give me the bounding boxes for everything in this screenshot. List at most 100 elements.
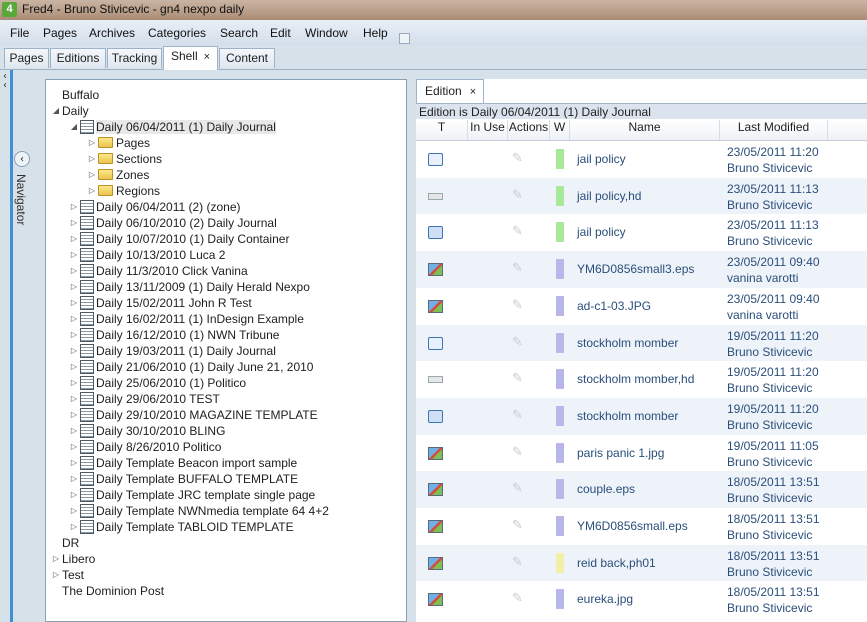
tree-node[interactable]: ▷ Daily 21/06/2010 (1) Daily June 21, 201…: [68, 359, 313, 375]
action-edit-icon[interactable]: ✎: [512, 298, 528, 313]
tab-shell[interactable]: Shell ×: [163, 46, 218, 70]
tree-node[interactable]: ▷ Daily 15/02/2011 John R Test: [68, 295, 252, 311]
action-edit-icon[interactable]: ✎: [512, 592, 528, 606]
collapsed-arrow-icon[interactable]: ▷: [68, 343, 80, 359]
action-edit-icon[interactable]: ✎: [512, 445, 528, 460]
collapsed-arrow-icon[interactable]: ▷: [86, 183, 98, 199]
tab-content[interactable]: Content: [219, 48, 275, 68]
table-row[interactable]: ✎ jail policy,hd 23/05/2011 11:13 Bruno Sti…: [416, 177, 867, 215]
tree-node[interactable]: ▷ Zones: [86, 167, 149, 183]
table-row[interactable]: ✎ jail policy 23/05/2011 11:13 Bruno Stivic…: [416, 214, 867, 251]
expanded-arrow-icon[interactable]: ◢: [68, 119, 80, 135]
collapsed-arrow-icon[interactable]: ▷: [68, 439, 80, 455]
collapsed-arrow-icon[interactable]: ▷: [68, 423, 80, 439]
collapsed-arrow-icon[interactable]: ▷: [68, 375, 80, 391]
close-icon[interactable]: ×: [204, 51, 210, 63]
tree-node[interactable]: ▷ Daily 06/10/2010 (2) Daily Journal: [68, 215, 277, 231]
action-edit-icon[interactable]: ✎: [512, 225, 528, 239]
action-edit-icon[interactable]: ✎: [512, 372, 528, 386]
tab-pages[interactable]: Pages: [4, 48, 49, 68]
tree-node[interactable]: DR: [50, 535, 79, 551]
tree-node[interactable]: ▷ Daily 8/26/2010 Politico: [68, 439, 221, 455]
menu-window[interactable]: Window: [305, 26, 348, 40]
menu-overflow-icon[interactable]: [399, 33, 410, 44]
collapsed-arrow-icon[interactable]: ▷: [68, 295, 80, 311]
expanded-arrow-icon[interactable]: ◢: [50, 103, 62, 119]
action-edit-icon[interactable]: ✎: [512, 482, 528, 496]
tree-node[interactable]: ▷ Test: [50, 567, 84, 583]
action-edit-icon[interactable]: ✎: [512, 152, 528, 166]
tree-node[interactable]: ▷ Daily 16/12/2010 (1) NWN Tribune: [68, 327, 279, 343]
action-edit-icon[interactable]: ✎: [512, 519, 528, 533]
collapsed-arrow-icon[interactable]: ▷: [68, 199, 80, 215]
menu-edit[interactable]: Edit: [270, 26, 291, 40]
action-edit-icon[interactable]: ✎: [512, 408, 528, 423]
tree-node[interactable]: The Dominion Post: [50, 583, 164, 599]
collapsed-arrow-icon[interactable]: ▷: [68, 263, 80, 279]
collapsed-arrow-icon[interactable]: ▷: [68, 391, 80, 407]
collapsed-arrow-icon[interactable]: ▷: [68, 503, 80, 519]
collapse-navigator-button[interactable]: ‹: [14, 151, 30, 167]
navigator-label[interactable]: Navigator: [14, 174, 28, 225]
tree-node[interactable]: ▷ Regions: [86, 183, 160, 199]
collapsed-arrow-icon[interactable]: ▷: [68, 247, 80, 263]
collapsed-arrow-icon[interactable]: ▷: [68, 279, 80, 295]
tab-editions[interactable]: Editions: [50, 48, 106, 68]
table-row[interactable]: ✎ YM6D0856small.eps 18/05/2011 13:51 Bruno …: [416, 508, 867, 545]
table-row[interactable]: ✎ eureka.jpg 18/05/2011 13:51 Bruno Stivice…: [416, 581, 867, 618]
tree-node[interactable]: ▷ Daily 10/07/2010 (1) Daily Container: [68, 231, 289, 247]
table-row[interactable]: ✎ stockholm momber,hd 19/05/2011 11:20 Brun…: [416, 361, 867, 398]
chevron-left-icon[interactable]: ‹ ‹: [3, 72, 7, 91]
column-header-name[interactable]: Name: [570, 120, 720, 140]
action-edit-icon[interactable]: ✎: [512, 262, 528, 276]
column-header-in-use[interactable]: In Use: [468, 120, 508, 140]
menu-archives[interactable]: Archives: [89, 26, 135, 40]
collapsed-arrow-icon[interactable]: ▷: [86, 167, 98, 183]
action-edit-icon[interactable]: ✎: [512, 188, 528, 203]
tree-node[interactable]: ▷ Daily 19/03/2011 (1) Daily Journal: [68, 343, 276, 359]
panel-splitter[interactable]: [408, 79, 416, 622]
column-header-w[interactable]: W: [550, 120, 570, 140]
collapsed-arrow-icon[interactable]: ▷: [68, 215, 80, 231]
table-row[interactable]: ✎ couple.eps 18/05/2011 13:51 Bruno Stivice…: [416, 471, 867, 508]
collapsed-arrow-icon[interactable]: ▷: [86, 151, 98, 167]
tree-node[interactable]: ▷ Daily 06/04/2011 (2) (zone): [68, 199, 241, 215]
tree-node[interactable]: ▷ Daily Template NWNmedia template 64 4+2: [68, 503, 329, 519]
collapsed-arrow-icon[interactable]: ▷: [68, 311, 80, 327]
tree-node[interactable]: ▷ Daily Template BUFFALO TEMPLATE: [68, 471, 298, 487]
menu-help[interactable]: Help: [363, 26, 388, 40]
collapsed-arrow-icon[interactable]: ▷: [68, 231, 80, 247]
collapsed-arrow-icon[interactable]: ▷: [68, 471, 80, 487]
column-header-last-modified[interactable]: Last Modified: [720, 120, 828, 140]
tree-node[interactable]: ◢ Daily 06/04/2011 (1) Daily Journal: [68, 119, 276, 135]
collapsed-arrow-icon[interactable]: ▷: [68, 519, 80, 535]
table-row[interactable]: ✎ stockholm momber 19/05/2011 11:20 Bruno S…: [416, 324, 867, 362]
tree-node[interactable]: ▷ Daily 30/10/2010 BLING: [68, 423, 225, 439]
table-row[interactable]: ✎ YM6D0856small3.eps 23/05/2011 09:40 vanin…: [416, 251, 867, 288]
collapsed-arrow-icon[interactable]: ▷: [50, 567, 62, 583]
table-row[interactable]: ✎ ad-c1-03.JPG 23/05/2011 09:40 vanina varo…: [416, 288, 867, 325]
tree-node[interactable]: ▷ Daily 11/3/2010 Click Vanina: [68, 263, 248, 279]
tree-node[interactable]: ▷ Daily Template TABLOID TEMPLATE: [68, 519, 294, 535]
tree-node[interactable]: ▷ Daily Template Beacon import sample: [68, 455, 297, 471]
menu-categories[interactable]: Categories: [148, 26, 206, 40]
tab-edition[interactable]: Edition ×: [416, 79, 484, 103]
table-row[interactable]: ✎ jail policy 23/05/2011 11:20 Bruno Stivic…: [416, 141, 867, 178]
collapsed-arrow-icon[interactable]: ▷: [68, 487, 80, 503]
tree-node[interactable]: Buffalo: [50, 87, 99, 103]
tree-node[interactable]: ▷ Daily 29/10/2010 MAGAZINE TEMPLATE: [68, 407, 318, 423]
tree-node[interactable]: ▷ Daily 16/02/2011 (1) InDesign Example: [68, 311, 304, 327]
close-icon[interactable]: ×: [470, 86, 476, 98]
tree-node[interactable]: ◢ Daily: [50, 103, 89, 119]
action-edit-icon[interactable]: ✎: [512, 555, 528, 570]
tree-node[interactable]: ▷ Daily Template JRC template single page: [68, 487, 315, 503]
collapsed-arrow-icon[interactable]: ▷: [86, 135, 98, 151]
menu-search[interactable]: Search: [220, 26, 258, 40]
menu-file[interactable]: File: [10, 26, 29, 40]
tree-node[interactable]: ▷ Daily 10/13/2010 Luca 2: [68, 247, 225, 263]
collapsed-arrow-icon[interactable]: ▷: [68, 327, 80, 343]
table-row[interactable]: ✎ stockholm momber 19/05/2011 11:20 Bruno S…: [416, 397, 867, 435]
tab-tracking[interactable]: Tracking: [107, 48, 162, 68]
action-edit-icon[interactable]: ✎: [512, 335, 528, 350]
tree-node[interactable]: ▷ Sections: [86, 151, 162, 167]
